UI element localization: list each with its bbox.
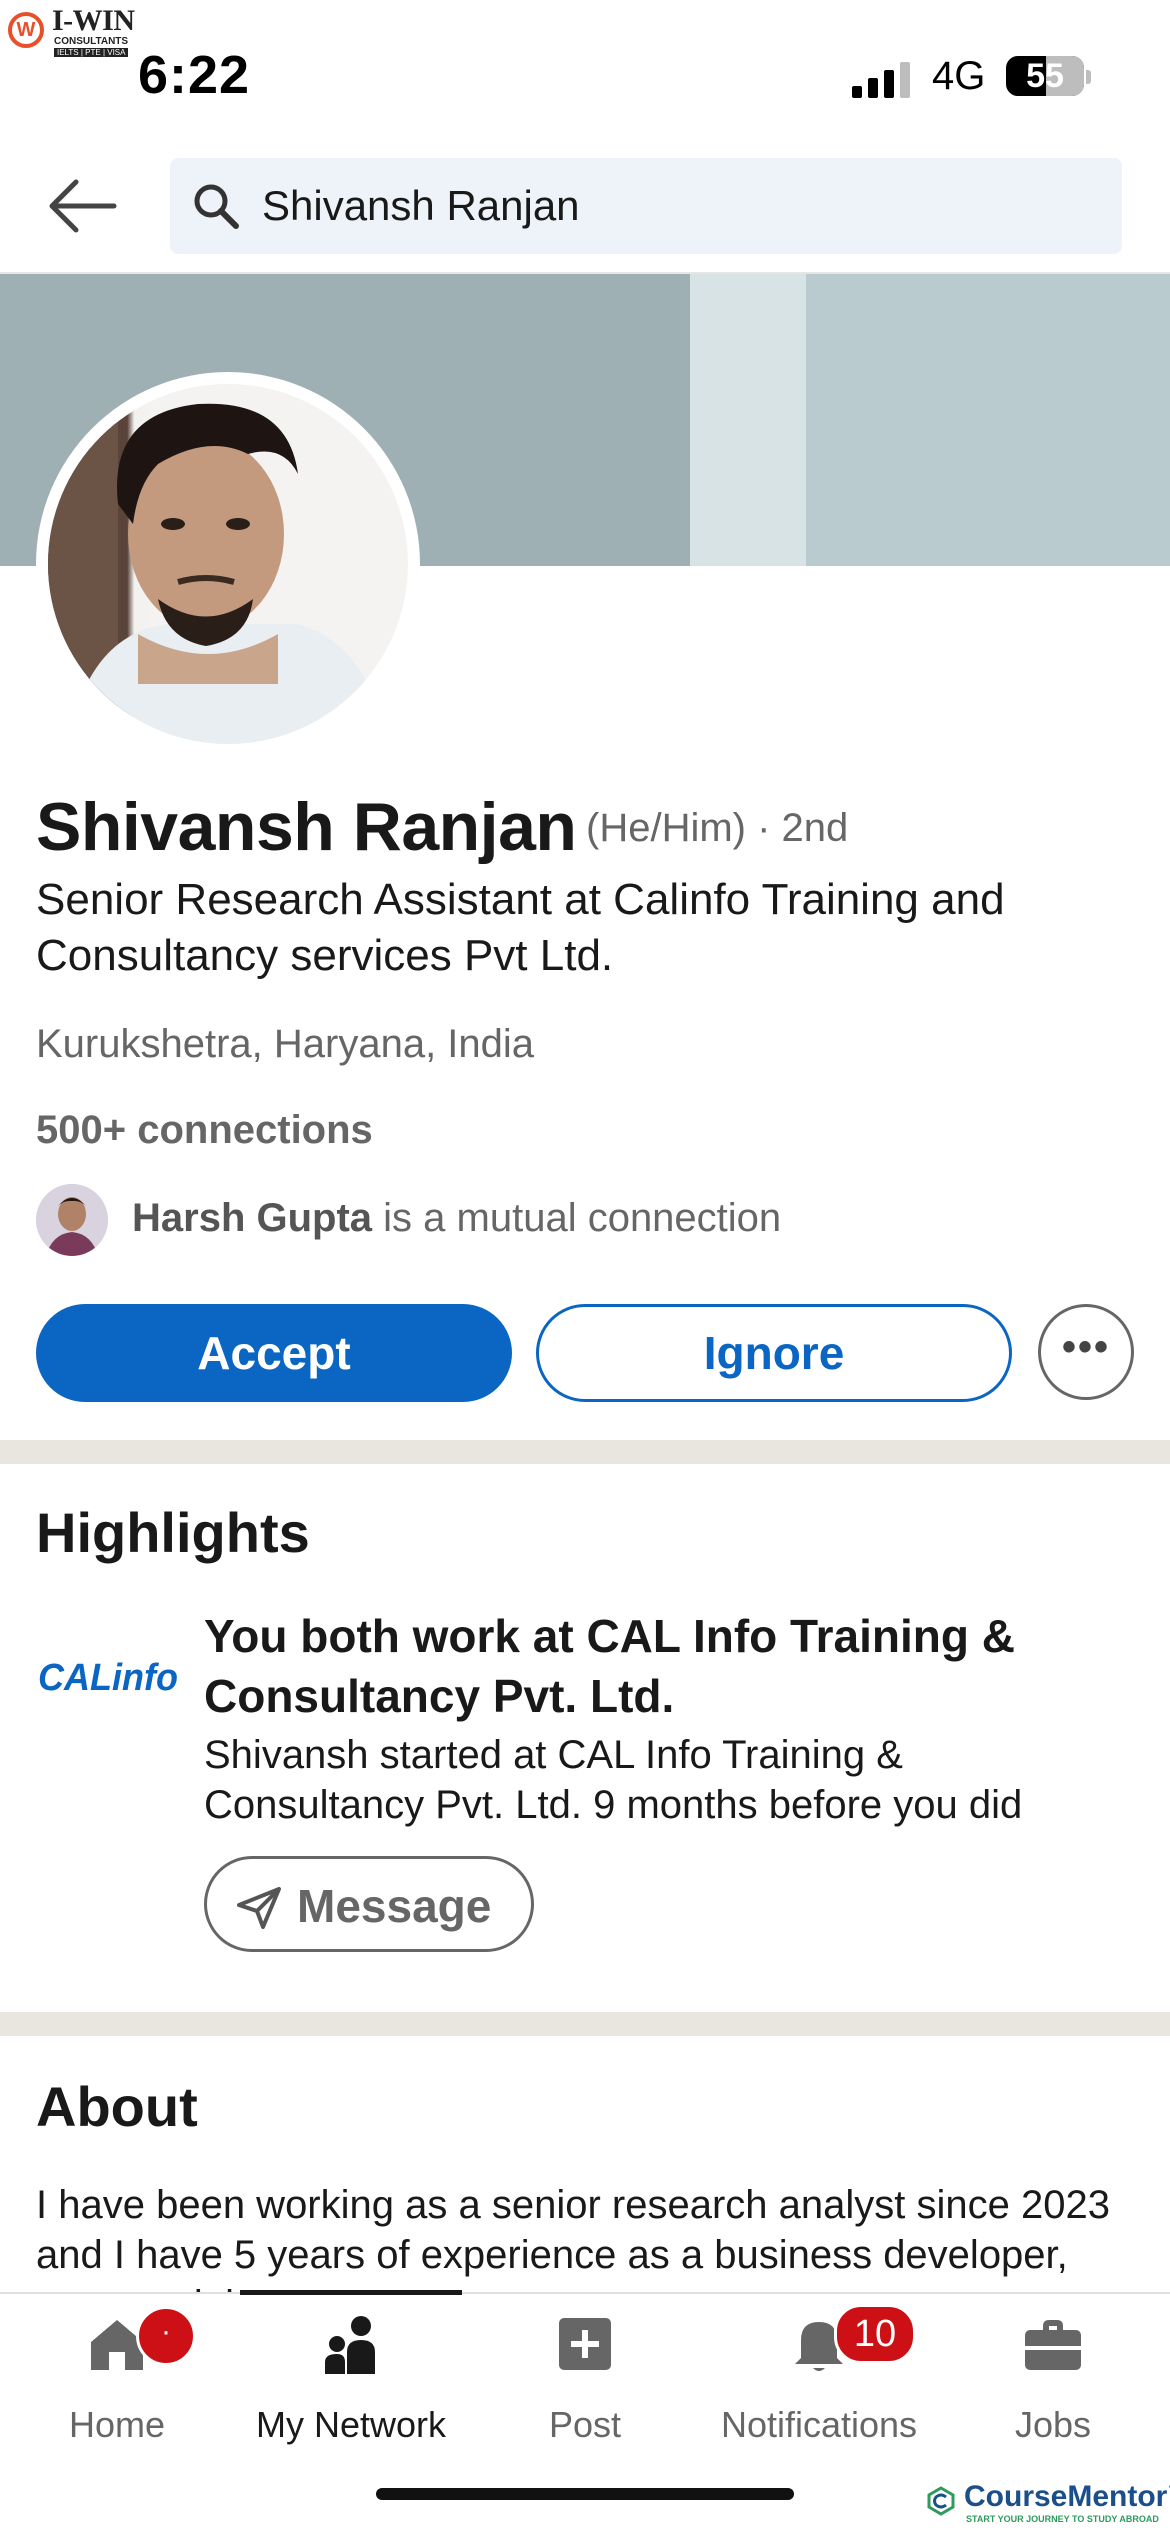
highlight-title[interactable]: You both work at CAL Info Training & Con…: [204, 1606, 1124, 1726]
iwin-logo: W I-WIN CONSULTANTS IELTS | PTE | VISA: [8, 4, 148, 62]
status-time: 6:22: [138, 45, 251, 105]
coursementor-logo-subtitle: START YOUR JOURNEY TO STUDY ABROAD: [966, 2514, 1159, 2524]
nav-label-home: Home: [68, 2404, 166, 2445]
nav-label-jobs: Jobs: [1014, 2404, 1092, 2445]
briefcase-icon: [1025, 2320, 1081, 2370]
about-title: About: [36, 2075, 198, 2138]
battery-level: 55: [1026, 57, 1064, 95]
search-icon: [194, 184, 239, 229]
mutual-connection-name[interactable]: Harsh Gupta: [132, 1196, 372, 1240]
mutual-connection-text[interactable]: Harsh Gupta is a mutual connection: [132, 1196, 781, 1241]
nav-item-notifications[interactable]: 10 Notifications: [702, 2294, 936, 2474]
iwin-logo-title: I-WIN: [52, 4, 135, 37]
battery-nub: [1086, 70, 1091, 84]
iwin-logo-tagline: IELTS | PTE | VISA: [54, 48, 129, 57]
message-button[interactable]: Message: [204, 1856, 534, 1952]
nav-item-post[interactable]: Post: [468, 2294, 702, 2474]
section-divider: [0, 2012, 1170, 2036]
highlights-title: Highlights: [36, 1501, 310, 1564]
profile-pronouns-degree: (He/Him) · 2nd: [586, 806, 849, 850]
nav-item-jobs[interactable]: Jobs: [936, 2294, 1170, 2474]
notifications-badge: 10: [834, 2304, 916, 2364]
accept-button[interactable]: Accept: [36, 1304, 512, 1402]
home-badge: ·: [136, 2306, 196, 2366]
coursementor-logo-title: CourseMentor™: [964, 2480, 1170, 2513]
coursementor-logo-icon: [927, 2486, 955, 2516]
nav-label-post: Post: [548, 2404, 622, 2445]
profile-connections[interactable]: 500+ connections: [36, 1108, 373, 1153]
send-icon: [237, 1887, 281, 1929]
search-bar[interactable]: Shivansh Ranjan: [170, 158, 1122, 254]
message-button-label: Message: [297, 1880, 492, 1932]
mutual-connection-suffix: is a mutual connection: [372, 1196, 782, 1240]
section-divider: [0, 1440, 1170, 1464]
iwin-logo-mark: W: [8, 12, 44, 48]
nav-item-my-network[interactable]: My Network: [234, 2294, 468, 2474]
calinfo-logo-text: CALinfo: [38, 1657, 178, 1699]
about-text[interactable]: I have been working as a senior research…: [36, 2180, 1136, 2294]
calinfo-logo[interactable]: CALinfo: [38, 1652, 188, 1702]
signal-icon: [852, 62, 914, 98]
iwin-logo-subtitle: CONSULTANTS: [54, 36, 129, 47]
post-icon: [559, 2318, 611, 2370]
highlight-description: Shivansh started at CAL Info Training & …: [204, 1733, 1023, 1827]
profile-location: Kurukshetra, Haryana, India: [36, 1022, 535, 1066]
home-indicator: [376, 2488, 794, 2500]
network-icon: [325, 2316, 375, 2374]
ignore-button[interactable]: Ignore: [536, 1304, 1012, 1402]
mutual-connection-avatar[interactable]: [36, 1184, 108, 1256]
profile-avatar[interactable]: [36, 372, 420, 756]
battery-icon: 55: [1006, 56, 1084, 96]
nav-item-home[interactable]: · Home: [0, 2294, 234, 2474]
nav-label-notifications: Notifications: [720, 2404, 918, 2445]
coursementor-logo: CourseMentor™ START YOUR JOURNEY TO STUD…: [926, 2480, 1170, 2530]
profile-headline: Senior Research Assistant at Calinfo Tra…: [36, 875, 1005, 980]
profile-name: Shivansh Ranjan: [36, 789, 577, 865]
profile-photo: [48, 384, 408, 744]
more-options-button[interactable]: •••: [1038, 1304, 1134, 1400]
nav-label-my-network: My Network: [255, 2404, 447, 2445]
search-query[interactable]: Shivansh Ranjan: [262, 182, 580, 230]
network-type: 4G: [932, 54, 986, 98]
back-arrow-icon[interactable]: [46, 176, 118, 236]
